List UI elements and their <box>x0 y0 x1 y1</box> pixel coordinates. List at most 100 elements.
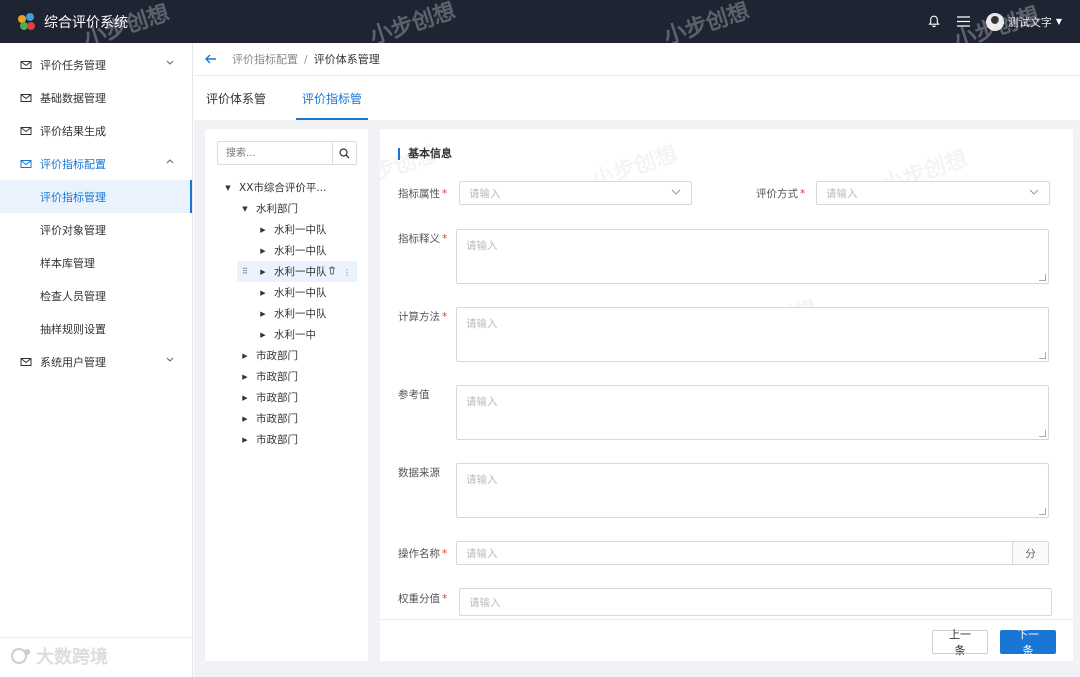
tree-node[interactable]: ▶ 市政部门 <box>205 387 368 408</box>
bell-icon[interactable] <box>926 14 942 30</box>
sidebar-item-label: 样本库管理 <box>40 256 95 270</box>
op-name-label: 操作名称 * <box>398 548 448 560</box>
collapsed-triangle-icon[interactable]: ▶ <box>240 373 250 381</box>
source-textarea[interactable]: 请输入 <box>456 463 1049 518</box>
sidebar-item-label: 基础数据管理 <box>40 91 106 105</box>
caret-down-icon: ▼ <box>1055 17 1062 26</box>
tree-node[interactable]: ▶ 水利一中队 <box>205 240 368 261</box>
collapsed-triangle-icon[interactable]: ▶ <box>258 226 268 234</box>
collapsed-triangle-icon[interactable]: ▶ <box>258 310 268 318</box>
chevron-up-icon <box>166 157 174 167</box>
attr-select[interactable]: 请输入 <box>459 181 692 205</box>
tree-node[interactable]: ▶ 水利一中 <box>205 324 368 345</box>
sidebar-item-label: 评价对象管理 <box>40 223 106 237</box>
breadcrumb-current: 评价体系管理 <box>313 53 380 66</box>
attr-label: 指标属性 * <box>398 188 448 200</box>
sidebar-footer: 大数跨境 <box>0 637 193 677</box>
search-input[interactable] <box>218 142 332 164</box>
sidebar-item-task-management[interactable]: 评价任务管理 <box>0 48 192 81</box>
sidebar-item-label: 评价结果生成 <box>40 124 106 138</box>
definition-label: 指标释义 * <box>398 233 448 245</box>
tree-node[interactable]: ▶ 市政部门 <box>205 408 368 429</box>
weight-label: 权重分值 * <box>398 593 448 605</box>
section-title: 基本信息 <box>398 148 452 160</box>
sidebar-item-label: 检查人员管理 <box>40 289 106 303</box>
tree-node-selected[interactable]: ⠿ ▶ 水利一中队 ⋮ <box>237 261 357 282</box>
method-select[interactable]: 请输入 <box>816 181 1050 205</box>
weight-input[interactable]: 请输入 <box>459 588 1052 616</box>
sidebar-item-result-generation[interactable]: 评价结果生成 <box>0 114 192 147</box>
tab-system-management[interactable]: 评价体系管 <box>206 76 266 120</box>
collapsed-triangle-icon[interactable]: ▶ <box>258 268 268 276</box>
main-content: 评价指标配置 / 评价体系管理 评价体系管 评价指标管 ▼XX市综合评价平...… <box>194 43 1080 677</box>
breadcrumb: 评价指标配置 / 评价体系管理 <box>194 43 1080 76</box>
reference-textarea[interactable]: 请输入 <box>456 385 1049 440</box>
tree-node[interactable]: ▼ XX市综合评价平... <box>205 177 368 198</box>
mail-icon <box>20 126 32 135</box>
sidebar-item-inspector-management[interactable]: 检查人员管理 <box>0 279 192 312</box>
delete-icon[interactable] <box>328 266 336 275</box>
tree-node[interactable]: ▶ 市政部门 <box>205 429 368 450</box>
user-name: 测试文字 <box>1007 15 1052 29</box>
source-label: 数据来源 <box>398 467 440 479</box>
footer-watermark: 大数跨境 <box>10 643 108 669</box>
mail-icon <box>20 159 32 168</box>
collapsed-triangle-icon[interactable]: ▶ <box>240 436 250 444</box>
tree-node[interactable]: ▶ 市政部门 <box>205 345 368 366</box>
breadcrumb-parent[interactable]: 评价指标配置 <box>232 51 298 67</box>
logo-pinwheel-icon <box>18 12 36 31</box>
tree-node[interactable]: ▶ 水利一中队 <box>205 303 368 324</box>
next-button[interactable]: 下一条 <box>1000 628 1056 657</box>
chevron-down-icon <box>1029 188 1039 198</box>
calc-textarea[interactable]: 请输入 <box>456 307 1049 362</box>
sidebar-item-label: 抽样规则设置 <box>40 322 106 336</box>
sidebar-item-sampling-rules[interactable]: 抽样规则设置 <box>0 312 192 345</box>
tree-node[interactable]: ▶ 水利一中队 <box>205 219 368 240</box>
back-arrow-icon[interactable] <box>204 52 218 66</box>
sidebar-item-sample-library[interactable]: 样本库管理 <box>0 246 192 279</box>
app-logo[interactable]: 综合评价系统 <box>18 12 128 32</box>
search-icon[interactable] <box>332 142 356 164</box>
sidebar-item-object-management[interactable]: 评价对象管理 <box>0 213 192 246</box>
collapsed-triangle-icon[interactable]: ▶ <box>240 394 250 402</box>
user-menu[interactable]: 测试文字 ▼ <box>985 12 1062 31</box>
collapsed-triangle-icon[interactable]: ▶ <box>240 415 250 423</box>
mail-icon <box>20 357 32 366</box>
sidebar-item-label: 系统用户管理 <box>40 355 106 369</box>
node-actions: ⋮ <box>328 266 351 277</box>
sidebar-item-indicator-management[interactable]: 评价指标管理 <box>0 180 192 213</box>
sidebar-item-system-users[interactable]: 系统用户管理 <box>0 345 192 378</box>
sidebar-item-label: 评价指标配置 <box>40 157 106 171</box>
method-label: 评价方式 * <box>756 188 806 200</box>
avatar <box>985 12 1004 31</box>
op-name-input[interactable]: 请输入 分 <box>456 541 1049 565</box>
menu-icon[interactable] <box>956 14 972 30</box>
drag-handle-icon[interactable]: ⠿ <box>242 267 248 276</box>
expand-triangle-icon[interactable]: ▼ <box>240 205 250 213</box>
sidebar-item-label: 评价任务管理 <box>40 58 106 72</box>
tree-node[interactable]: ▶ 市政部门 <box>205 366 368 387</box>
tree-node[interactable]: ▼ 水利部门 <box>205 198 368 219</box>
prev-button[interactable]: 上一条 <box>932 628 988 657</box>
calc-label: 计算方法 * <box>398 311 448 323</box>
sidebar-item-label: 评价指标管理 <box>40 190 106 204</box>
sidebar-item-indicator-config[interactable]: 评价指标配置 <box>0 147 192 180</box>
chevron-down-icon <box>166 58 174 68</box>
chevron-down-icon <box>166 355 174 365</box>
more-vertical-icon[interactable]: ⋮ <box>343 268 351 277</box>
mail-icon <box>20 93 32 102</box>
top-header: 综合评价系统 测试文字 ▼ 小步创想 小步创想 小步创想 小步创想 <box>0 0 1080 54</box>
expand-triangle-icon[interactable]: ▼ <box>223 184 233 192</box>
collapsed-triangle-icon[interactable]: ▶ <box>258 331 268 339</box>
collapsed-triangle-icon[interactable]: ▶ <box>258 289 268 297</box>
tree-node[interactable]: ▶ 水利一中队 <box>205 282 368 303</box>
tab-bar: 评价体系管 评价指标管 <box>194 76 1080 120</box>
tree-panel: ▼XX市综合评价平... ▼水利部门 ▶水利一中队 ▶水利一中队 ⠿ ▶水利一中… <box>205 129 368 661</box>
chevron-down-icon <box>671 188 681 198</box>
collapsed-triangle-icon[interactable]: ▶ <box>258 247 268 255</box>
sidebar: 评价任务管理 基础数据管理 评价结果生成 评价指标配置 评价指标管理 评价对象管… <box>0 43 193 677</box>
definition-textarea[interactable]: 请输入 <box>456 229 1049 284</box>
sidebar-item-basic-data[interactable]: 基础数据管理 <box>0 81 192 114</box>
tab-indicator-management[interactable]: 评价指标管 <box>296 76 369 120</box>
collapsed-triangle-icon[interactable]: ▶ <box>240 352 250 360</box>
